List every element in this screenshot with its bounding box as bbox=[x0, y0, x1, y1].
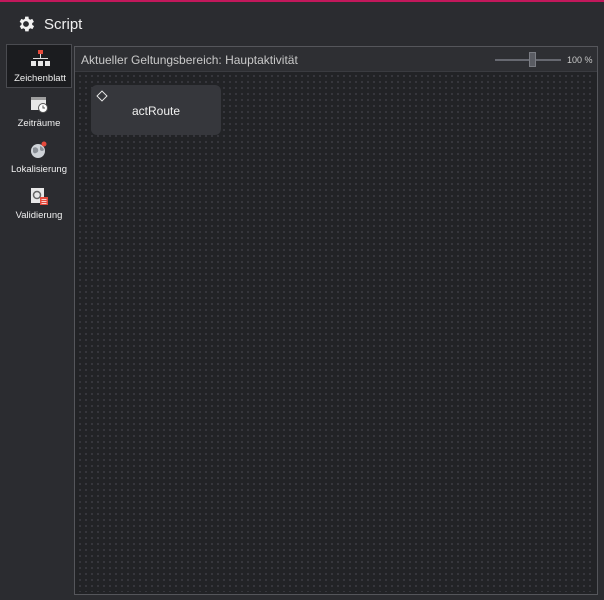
sidebar-item-zeitraeume[interactable]: Zeiträume bbox=[6, 90, 72, 134]
scope-label: Aktueller Geltungsbereich: Hauptaktivitä… bbox=[81, 53, 298, 67]
sidebar: Zeichenblatt Zeiträume Lokalisierung Val… bbox=[6, 44, 72, 596]
globe-icon bbox=[31, 141, 47, 158]
sidebar-item-lokalisierung[interactable]: Lokalisierung bbox=[6, 136, 72, 180]
diamond-icon bbox=[96, 90, 108, 102]
sidebar-item-label: Lokalisierung bbox=[11, 164, 67, 175]
sidebar-item-label: Validierung bbox=[15, 210, 63, 221]
drawing-canvas[interactable]: actRoute bbox=[77, 73, 595, 592]
hierarchy-icon bbox=[31, 50, 50, 66]
sidebar-item-label: Zeiträume bbox=[17, 118, 61, 129]
validation-icon bbox=[31, 188, 48, 205]
gear-icon bbox=[19, 16, 35, 32]
calendar-clock-icon bbox=[31, 97, 48, 113]
sidebar-item-label: Zeichenblatt bbox=[14, 73, 66, 84]
zoom-level: 100 % bbox=[567, 55, 593, 65]
zoom-slider-track[interactable] bbox=[495, 59, 561, 61]
title-bar: Script bbox=[0, 2, 604, 42]
node-label: actRoute bbox=[131, 104, 181, 118]
canvas-panel: Aktueller Geltungsbereich: Hauptaktivitä… bbox=[74, 46, 598, 595]
activity-node[interactable]: actRoute bbox=[91, 85, 221, 135]
zoom-slider-thumb[interactable] bbox=[529, 52, 536, 67]
sidebar-item-validierung[interactable]: Validierung bbox=[6, 182, 72, 226]
canvas-header: Aktueller Geltungsbereich: Hauptaktivitä… bbox=[75, 47, 597, 72]
sidebar-item-zeichenblatt[interactable]: Zeichenblatt bbox=[6, 44, 72, 88]
window-title: Script bbox=[44, 16, 83, 33]
